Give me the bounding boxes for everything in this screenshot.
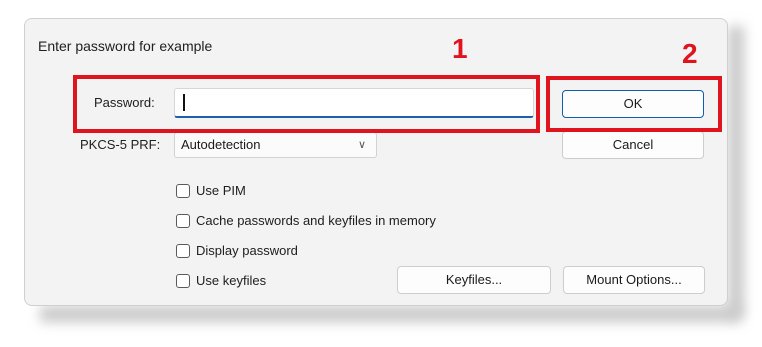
chevron-down-icon: ∨ [357,139,366,151]
mount-options-button[interactable]: Mount Options... [563,266,705,294]
checkbox-label: Display password [196,243,298,258]
checkbox-label: Use keyfiles [196,273,267,288]
annotation-marker-1: 1 [452,33,468,64]
checkbox-cache-passwords[interactable]: Cache passwords and keyfiles in memory [176,213,436,228]
checkbox-display-password[interactable]: Display password [176,243,298,258]
checkbox-use-pim[interactable]: Use PIM [176,183,246,198]
prf-label: PKCS-5 PRF: [80,137,161,152]
checkbox-box[interactable] [176,243,190,258]
annotation-marker-2: 2 [682,38,698,69]
dialog-title: Enter password for example [38,38,213,54]
checkbox-box[interactable] [176,213,190,228]
highlight-box-password [73,75,540,133]
prf-selected-value: Autodetection [181,137,261,152]
keyfiles-button[interactable]: Keyfiles... [397,266,551,294]
prf-select[interactable]: Autodetection ∨ [174,132,377,158]
dialog-shadow-right [728,26,744,318]
dialog-shadow-bottom [40,306,740,322]
checkbox-label: Use PIM [196,183,246,198]
cancel-button[interactable]: Cancel [562,131,704,159]
password-dialog [24,18,728,306]
checkbox-box[interactable] [176,183,190,198]
highlight-box-ok [546,76,722,132]
checkbox-label: Cache passwords and keyfiles in memory [196,213,436,228]
checkbox-box[interactable] [176,273,190,288]
checkbox-use-keyfiles[interactable]: Use keyfiles [176,273,266,288]
